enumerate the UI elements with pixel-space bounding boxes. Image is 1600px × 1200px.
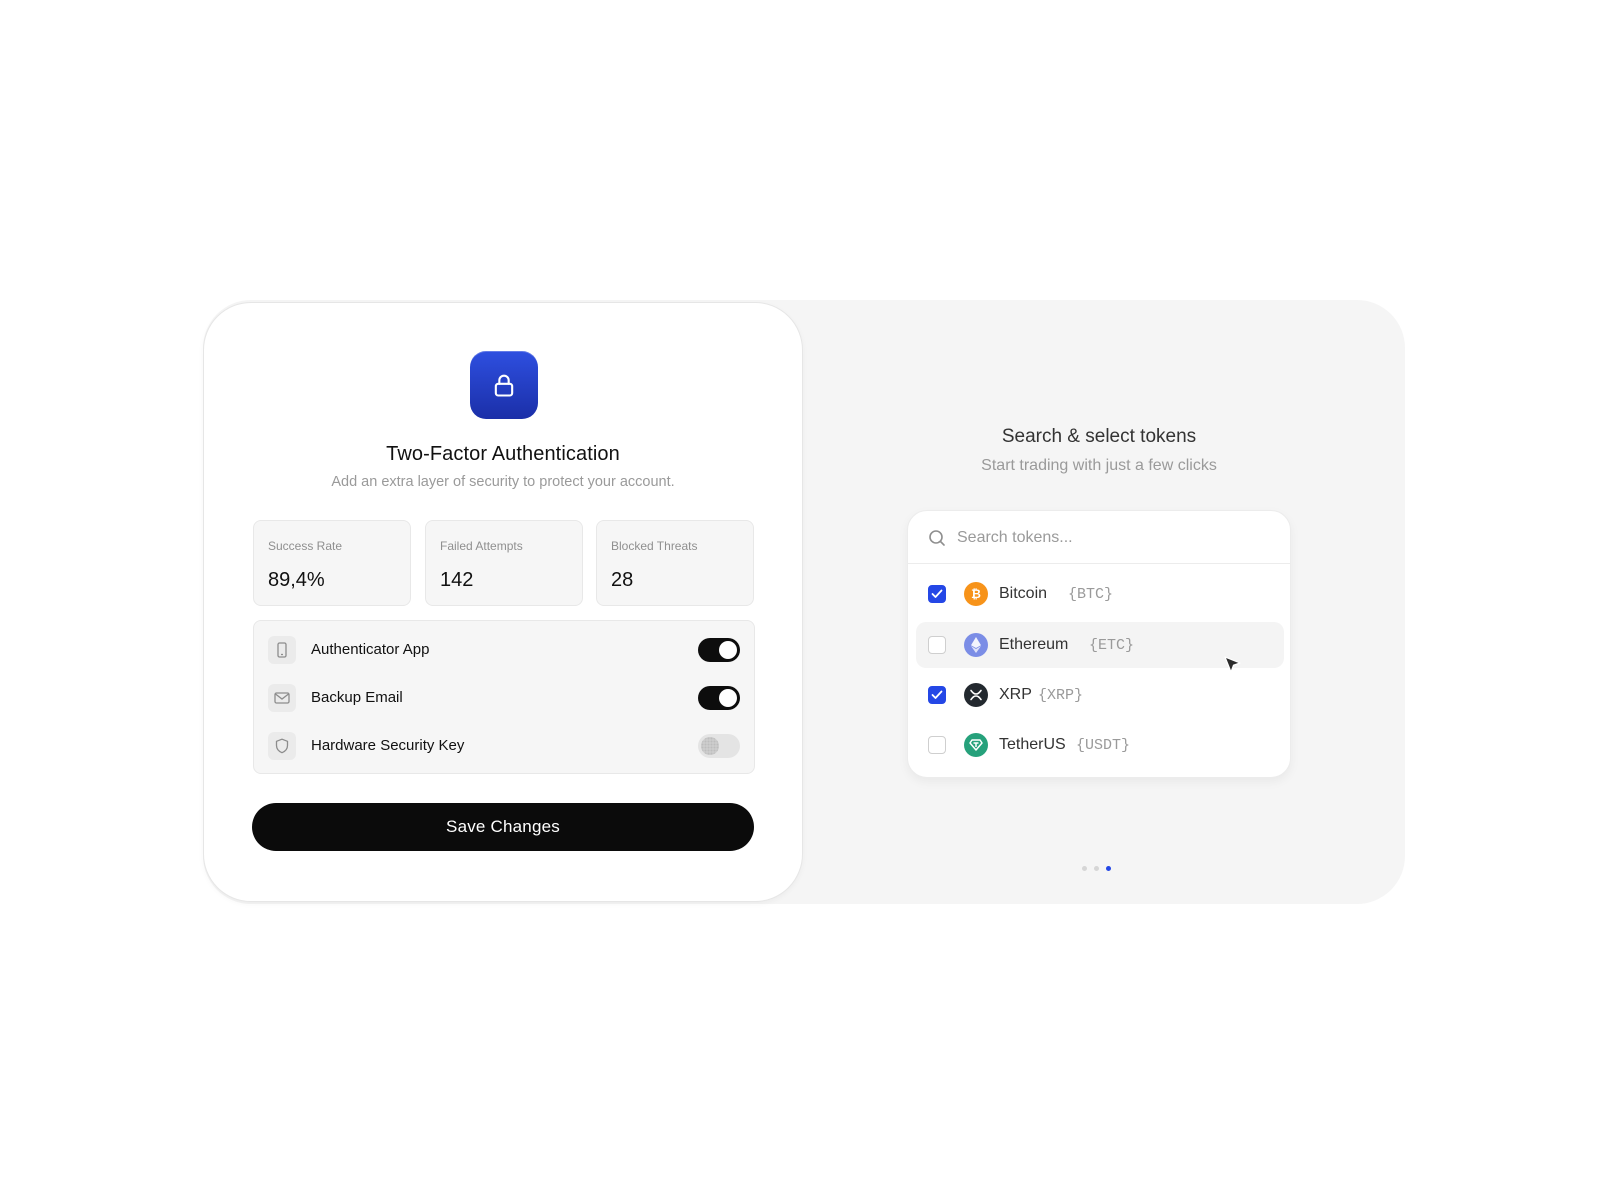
token-symbol: {ETC} <box>1089 637 1135 654</box>
token-search-input[interactable] <box>957 523 1257 553</box>
hardware-key-toggle[interactable] <box>698 734 740 758</box>
stat-success-rate: Success Rate 89,4% <box>253 520 411 606</box>
token-checkbox[interactable] <box>928 636 946 654</box>
ethereum-icon <box>964 633 988 657</box>
pagination-dot[interactable] <box>1094 866 1099 871</box>
method-backup-email: Backup Email <box>254 683 754 713</box>
stat-value: 142 <box>440 569 474 591</box>
token-checkbox[interactable] <box>928 585 946 603</box>
pagination-dots <box>1082 866 1122 872</box>
check-icon <box>931 589 943 598</box>
mail-icon <box>268 684 296 712</box>
mouse-cursor-icon <box>1224 656 1242 681</box>
authenticator-app-toggle[interactable] <box>698 638 740 662</box>
method-hardware-key: Hardware Security Key <box>254 731 754 761</box>
token-name: TetherUS <box>999 736 1066 753</box>
token-search <box>908 511 1290 564</box>
stat-label: Blocked Threats <box>611 539 698 553</box>
stat-failed-attempts: Failed Attempts 142 <box>425 520 583 606</box>
method-label: Backup Email <box>311 689 403 706</box>
token-row-bitcoin[interactable]: ₿ Bitcoin {BTC} <box>916 571 1284 617</box>
method-label: Authenticator App <box>311 641 430 658</box>
stats-row: Success Rate 89,4% Failed Attempts 142 B… <box>253 520 755 606</box>
method-authenticator-app: Authenticator App <box>254 635 754 665</box>
token-symbol: {XRP} <box>1038 687 1084 704</box>
pagination-dot-active[interactable] <box>1106 866 1111 871</box>
stat-value: 28 <box>611 569 634 591</box>
token-name: XRP <box>999 686 1032 703</box>
smartphone-icon <box>268 636 296 664</box>
tether-icon <box>964 733 988 757</box>
xrp-icon <box>964 683 988 707</box>
stat-value: 89,4% <box>268 569 325 591</box>
pagination-dot[interactable] <box>1082 866 1087 871</box>
lock-icon <box>470 351 538 419</box>
card-subtitle: Add an extra layer of security to protec… <box>331 474 675 490</box>
stat-label: Failed Attempts <box>440 539 523 553</box>
toggle-knob <box>701 737 719 755</box>
toggle-knob <box>719 641 737 659</box>
bitcoin-icon: ₿ <box>964 582 988 606</box>
two-factor-card: Two-Factor Authentication Add an extra l… <box>203 302 803 902</box>
token-symbol: {USDT} <box>1076 737 1131 754</box>
check-icon <box>931 690 943 699</box>
auth-methods-list: Authenticator App Backup Email Hardware … <box>253 620 755 774</box>
token-row-tether[interactable]: TetherUS {USDT} <box>916 722 1284 768</box>
token-name: Ethereum <box>999 636 1069 653</box>
token-checkbox[interactable] <box>928 686 946 704</box>
token-name: Bitcoin <box>999 585 1048 602</box>
backup-email-toggle[interactable] <box>698 686 740 710</box>
stat-label: Success Rate <box>268 539 343 553</box>
tokens-title: Search & select tokens <box>1001 426 1197 447</box>
token-symbol: {BTC} <box>1068 586 1114 603</box>
save-changes-button[interactable]: Save Changes <box>252 803 754 851</box>
toggle-knob <box>719 689 737 707</box>
search-icon <box>928 529 946 552</box>
tokens-subtitle: Start trading with just a few clicks <box>981 457 1217 474</box>
method-label: Hardware Security Key <box>311 737 465 754</box>
token-checkbox[interactable] <box>928 736 946 754</box>
stat-blocked-threats: Blocked Threats 28 <box>596 520 754 606</box>
card-title: Two-Factor Authentication <box>386 443 620 465</box>
shield-icon <box>268 732 296 760</box>
token-select-panel: ₿ Bitcoin {BTC} Ethereum {ETC} XRP {XRP}… <box>907 510 1291 778</box>
